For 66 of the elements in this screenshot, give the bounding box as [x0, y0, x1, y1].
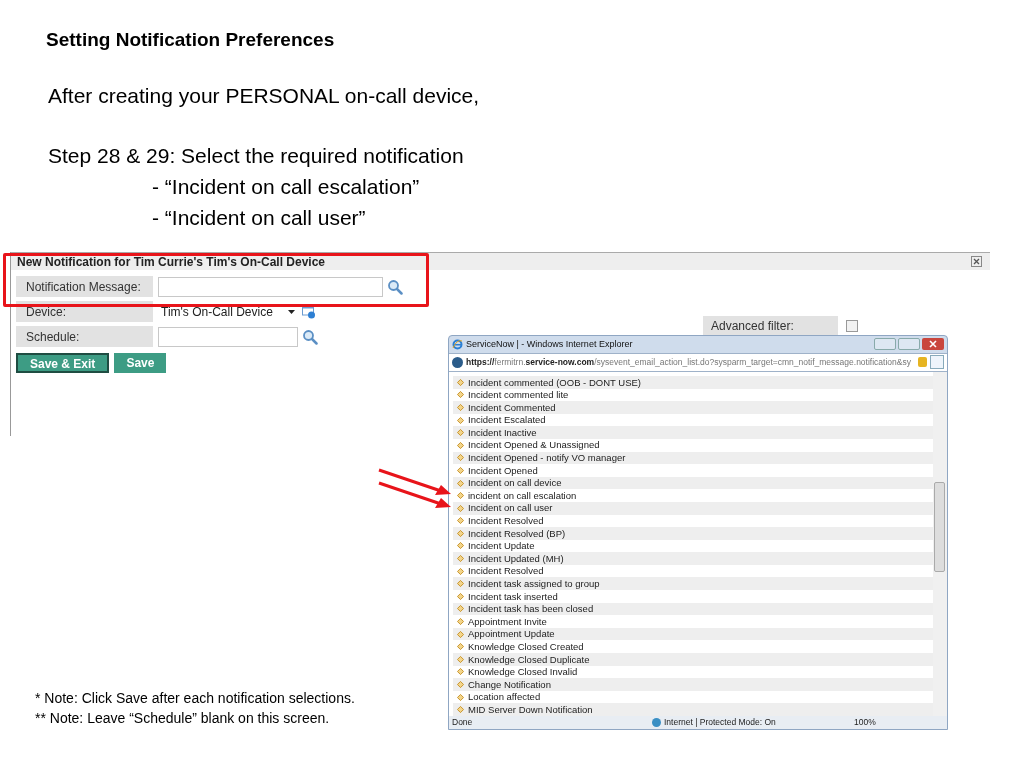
- item-label: Knowledge Closed Created: [468, 642, 584, 652]
- list-item[interactable]: Incident Updated (MH): [453, 552, 933, 565]
- list-item[interactable]: Change Notification: [453, 678, 933, 691]
- item-label: Incident on call user: [468, 503, 553, 513]
- item-label: Appointment Invite: [468, 616, 547, 627]
- item-label: Incident Escalated: [468, 415, 546, 425]
- close-icon[interactable]: [922, 338, 944, 351]
- list-item[interactable]: Incident commented (OOB - DONT USE): [453, 375, 933, 389]
- list-item[interactable]: Incident Inactive: [453, 426, 933, 439]
- item-label: incident on call escalation: [468, 490, 577, 501]
- list-item[interactable]: Incident Commented: [453, 401, 933, 414]
- search-icon[interactable]: [387, 278, 403, 295]
- close-icon[interactable]: [971, 256, 982, 267]
- item-label: Incident task inserted: [468, 591, 558, 602]
- note-text: ** Note: Leave “Schedule” blank on this screen.: [35, 709, 331, 728]
- item-label: Incident Opened & Unassigned: [468, 440, 600, 450]
- item-label: Incident task assigned to group: [468, 579, 600, 589]
- zoom-text[interactable]: 100%: [854, 716, 876, 729]
- scrollbar[interactable]: [933, 371, 947, 716]
- item-label: Incident Resolved (BP): [468, 528, 566, 539]
- caret-icon: [288, 309, 295, 314]
- page-icon: [452, 356, 463, 368]
- list-item[interactable]: Incident Resolved (BP): [453, 527, 933, 540]
- form-title: New Notification for Tim Currie's Tim's On-Call Device: [17, 253, 325, 271]
- item-label: MID Server Down Notification: [468, 704, 593, 715]
- browser-logo-icon: [452, 339, 463, 350]
- item-label: Knowledge Closed Invalid: [468, 667, 578, 677]
- item-label: Incident on call device: [468, 478, 562, 488]
- item-label: Incident Updated (MH): [468, 553, 564, 564]
- item-label: Knowledge Closed Duplicate: [468, 654, 590, 665]
- list-item[interactable]: MID Server Down Notification: [453, 703, 933, 716]
- item-label: Change Notification: [468, 679, 551, 690]
- checkbox[interactable]: [846, 319, 858, 332]
- window-title: ServiceNow | - Windows Internet Explorer: [466, 337, 633, 351]
- item-label: Incident Commented: [468, 402, 556, 413]
- item-label: Incident Update: [468, 541, 535, 551]
- item-label: Location affected: [468, 692, 541, 702]
- item-label: Incident Resolved: [468, 516, 544, 526]
- notification-name: - “Incident on call user”: [152, 205, 367, 231]
- search-icon[interactable]: [302, 328, 318, 345]
- text-field[interactable]: [158, 276, 383, 297]
- item-label: Incident Opened: [468, 465, 538, 476]
- slide-title: Setting Notification Preferences: [46, 28, 336, 52]
- item-label: Incident Inactive: [468, 427, 537, 438]
- zone-text: Internet | Protected Mode: On: [664, 716, 777, 729]
- text-field[interactable]: [158, 326, 298, 347]
- field-label: Notification Message:: [16, 276, 153, 297]
- field-label: Schedule:: [16, 326, 153, 347]
- status-text: Done: [452, 716, 474, 729]
- intro-text: After creating your PERSONAL on-call device,: [48, 83, 481, 109]
- device-dropdown[interactable]: Tim's On-Call Device: [158, 301, 298, 322]
- item-label: Incident Opened - notify VO manager: [468, 453, 626, 463]
- list-item[interactable]: Knowledge Closed Duplicate: [453, 653, 933, 666]
- item-label: Incident Resolved: [468, 566, 544, 576]
- step-text: Step 28 & 29: Select the required notification: [48, 143, 465, 169]
- item-label: Incident task has been closed: [468, 604, 594, 614]
- note-text: * Note: Click Save after each notification selections.: [35, 689, 356, 708]
- info-icon[interactable]: [302, 304, 316, 319]
- item-label: Appointment Update: [468, 629, 555, 639]
- field-label: Device:: [16, 301, 153, 322]
- item-label: Incident commented lite: [468, 390, 569, 400]
- list-item[interactable]: Incident task assigned to group: [453, 577, 933, 591]
- globe-icon: [652, 718, 661, 727]
- notification-name: - “Incident on call escalation”: [152, 174, 421, 200]
- item-label: Incident commented (OOB - DONT USE): [468, 377, 641, 387]
- field-label: Advanced filter:: [703, 315, 838, 336]
